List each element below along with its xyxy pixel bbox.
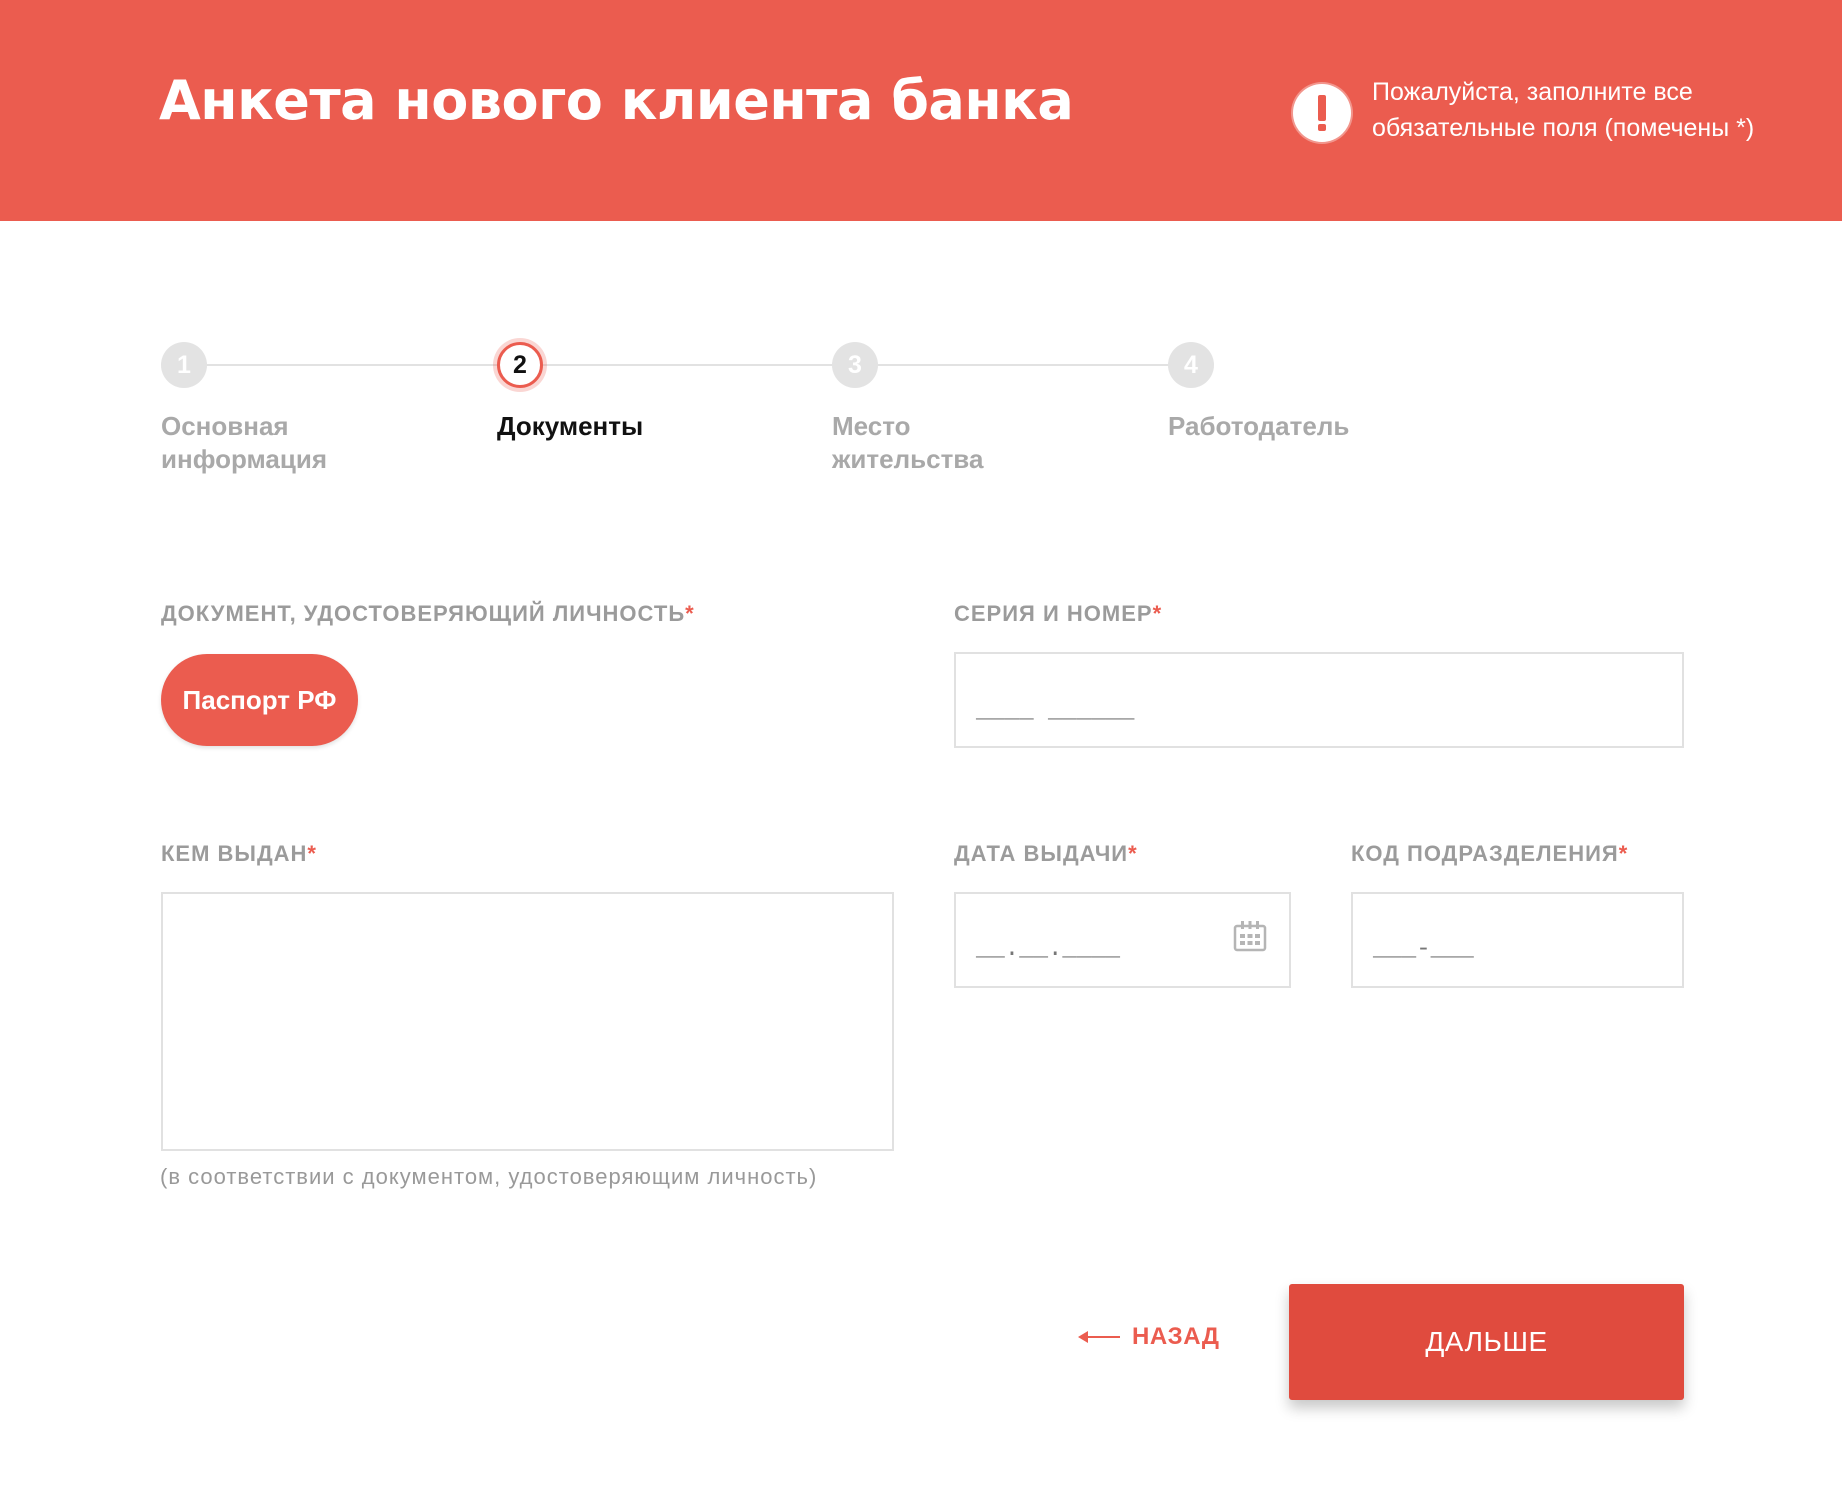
step-3-circle[interactable]: 3 (832, 342, 878, 388)
division-code-label: КОД ПОДРАЗДЕЛЕНИЯ* (1351, 841, 1628, 867)
issued-by-textarea[interactable] (161, 892, 894, 1151)
passport-rf-option[interactable]: Паспорт РФ (161, 654, 358, 746)
arrow-left-icon (1078, 1330, 1120, 1344)
issue-date-mask: __.__.____ (976, 935, 1121, 963)
series-number-input[interactable]: ____ ______ (954, 652, 1684, 748)
step-4-label[interactable]: Работодатель (1168, 410, 1428, 443)
issued-by-hint: (в соответствии с документом, удостоверя… (160, 1164, 818, 1189)
step-2-label[interactable]: Документы (497, 410, 757, 443)
required-mark: * (685, 601, 695, 626)
document-type-label-text: ДОКУМЕНТ, УДОСТОВЕРЯЮЩИЙ ЛИЧНОСТЬ (161, 601, 686, 626)
back-label: НАЗАД (1132, 1323, 1220, 1350)
issued-by-label: КЕМ ВЫДАН* (161, 841, 317, 867)
header-banner: Анкета нового клиента банка Пожалуйста, … (0, 0, 1842, 221)
series-number-mask: ____ ______ (976, 697, 1135, 725)
required-mark: * (1152, 601, 1163, 626)
issue-date-label: ДАТА ВЫДАЧИ* (954, 841, 1138, 867)
required-mark: * (1128, 841, 1138, 866)
required-mark: * (1618, 841, 1629, 866)
division-code-label-text: КОД ПОДРАЗДЕЛЕНИЯ (1351, 841, 1619, 866)
document-type-label: ДОКУМЕНТ, УДОСТОВЕРЯЮЩИЙ ЛИЧНОСТЬ* (161, 601, 695, 627)
page-title: Анкета нового клиента банка (159, 69, 1074, 132)
division-code-mask: ___-___ (1373, 935, 1474, 963)
step-4-circle[interactable]: 4 (1168, 342, 1214, 388)
division-code-input[interactable]: ___-___ (1351, 892, 1684, 988)
back-link[interactable]: НАЗАД (1078, 1323, 1220, 1351)
exclamation-icon (1293, 84, 1351, 142)
required-fields-notice: Пожалуйста, заполните все обязательные п… (1372, 78, 1755, 142)
step-3-label[interactable]: Место жительства (832, 410, 1012, 476)
calendar-icon[interactable] (1233, 920, 1267, 960)
series-number-label: СЕРИЯ И НОМЕР* (954, 601, 1162, 627)
next-button[interactable]: ДАЛЬШЕ (1289, 1284, 1684, 1400)
step-1-circle[interactable]: 1 (161, 342, 207, 388)
issued-by-label-text: КЕМ ВЫДАН (161, 841, 308, 866)
step-2-circle[interactable]: 2 (497, 342, 543, 388)
issue-date-input[interactable]: __.__.____ (954, 892, 1291, 988)
required-mark: * (307, 841, 317, 866)
series-number-label-text: СЕРИЯ И НОМЕР (954, 601, 1153, 626)
step-connector (184, 364, 1197, 366)
issue-date-label-text: ДАТА ВЫДАЧИ (954, 841, 1129, 866)
step-1-label[interactable]: Основная информация (161, 410, 421, 476)
